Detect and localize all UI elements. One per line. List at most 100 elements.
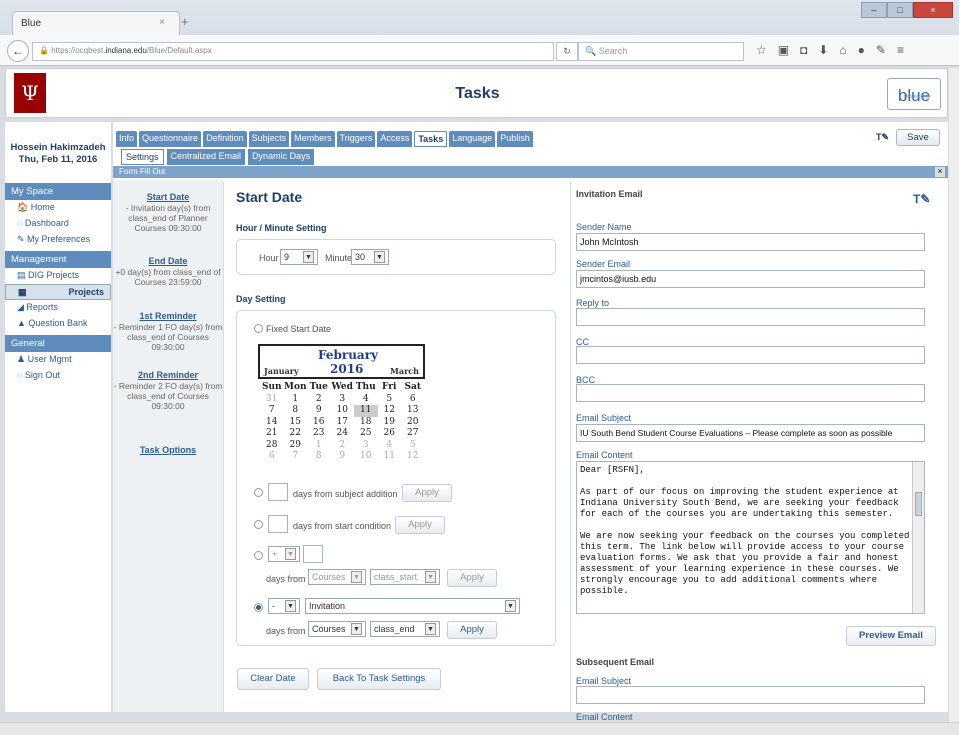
step-title[interactable]: 1st Reminder: [113, 311, 223, 321]
reading-list-icon[interactable]: ▣: [778, 43, 789, 57]
calendar-day[interactable]: 7: [260, 405, 284, 417]
calendar-day[interactable]: 7: [284, 451, 308, 463]
calendar-day[interactable]: 15: [284, 417, 308, 429]
sidebar-item-reports[interactable]: ◢ Reports: [5, 300, 111, 316]
email-subject-field[interactable]: IU South Bend Student Course Evaluations…: [576, 424, 925, 442]
save-button[interactable]: Save: [896, 129, 940, 146]
class-end-select[interactable]: class_end ▼: [370, 621, 440, 637]
close-window-icon[interactable]: ×: [913, 2, 953, 18]
browser-tab[interactable]: Blue ×: [12, 11, 180, 35]
sync-icon[interactable]: ●: [858, 43, 865, 57]
step-task-options[interactable]: Task Options: [113, 445, 223, 456]
subtab-centralized-email[interactable]: Centralized Email: [166, 149, 246, 165]
page-scrollbar[interactable]: [949, 68, 959, 722]
invitation-radio[interactable]: [254, 603, 263, 612]
calendar-day[interactable]: 26: [378, 428, 402, 440]
calendar-day[interactable]: 9: [331, 451, 355, 463]
apply-button[interactable]: Apply: [447, 621, 497, 639]
minimize-icon[interactable]: –: [861, 2, 887, 18]
sender-email-field[interactable]: jmcintos@iusb.edu: [576, 270, 925, 288]
calendar-day[interactable]: 18: [354, 417, 378, 429]
calendar-day[interactable]: 31: [260, 394, 284, 406]
calendar-day[interactable]: 4: [354, 394, 378, 406]
tab-questionnaire[interactable]: Questionnaire: [139, 131, 202, 147]
cc-field[interactable]: [576, 346, 925, 364]
calendar-day[interactable]: 21: [260, 428, 284, 440]
calendar-day[interactable]: 23: [307, 428, 331, 440]
translate-icon[interactable]: T✎: [876, 132, 889, 143]
tab-language[interactable]: Language: [449, 131, 496, 147]
calendar-day[interactable]: 2: [331, 440, 355, 452]
maximize-icon[interactable]: □: [887, 2, 913, 18]
plus-minus-select[interactable]: + ▼: [268, 546, 300, 562]
subsequent-subject-field[interactable]: [576, 686, 925, 704]
calendar-day[interactable]: 22: [284, 428, 308, 440]
bcc-field[interactable]: [576, 384, 925, 402]
minute-select[interactable]: 30 ▼: [351, 249, 389, 265]
calendar-day[interactable]: 8: [307, 451, 331, 463]
calendar-next-month[interactable]: March: [390, 366, 419, 376]
step-1st-reminder[interactable]: 1st Reminder - Reminder 1 FO day(s) from …: [113, 311, 223, 352]
invitation-select[interactable]: Invitation ▼: [305, 598, 520, 614]
sidebar-item-home[interactable]: 🏠 Home: [5, 200, 111, 216]
calendar-day[interactable]: 1: [307, 440, 331, 452]
calendar-day[interactable]: 11: [354, 405, 378, 417]
subtab-dynamic-days[interactable]: Dynamic Days: [248, 149, 315, 165]
calendar-day[interactable]: 29: [284, 440, 308, 452]
subject-days-input[interactable]: [268, 483, 288, 501]
calendar-day[interactable]: 3: [331, 394, 355, 406]
calendar-day[interactable]: 3: [354, 440, 378, 452]
new-tab-icon[interactable]: +: [181, 14, 189, 29]
calendar-day[interactable]: 16: [307, 417, 331, 429]
step-title[interactable]: End Date: [113, 256, 223, 266]
calendar-day[interactable]: 27: [401, 428, 425, 440]
back-to-task-settings-button[interactable]: Back To Task Settings: [317, 668, 441, 690]
tab-definition[interactable]: Definition: [203, 131, 247, 147]
calendar-day[interactable]: 5: [378, 394, 402, 406]
step-end-date[interactable]: End Date +0 day(s) from class_end of Cour…: [113, 256, 223, 287]
calendar-day[interactable]: 13: [401, 405, 425, 417]
calendar-day[interactable]: 4: [378, 440, 402, 452]
calendar-day[interactable]: 28: [260, 440, 284, 452]
home-icon[interactable]: ⌂: [839, 43, 846, 57]
calendar-day[interactable]: 5: [401, 440, 425, 452]
calendar-day[interactable]: 25: [354, 428, 378, 440]
calendar-day[interactable]: 17: [331, 417, 355, 429]
hour-select[interactable]: 9 ▼: [280, 249, 318, 265]
apply-start-condition-button[interactable]: Apply: [395, 516, 445, 534]
calendar-prev-month[interactable]: January: [264, 366, 299, 376]
calendar-day[interactable]: 11: [378, 451, 402, 463]
calendar-day[interactable]: 19: [378, 417, 402, 429]
reload-icon[interactable]: ↻: [556, 42, 578, 61]
tab-subjects[interactable]: Subjects: [248, 131, 290, 147]
calendar-day[interactable]: 14: [260, 417, 284, 429]
calendar-day[interactable]: 6: [401, 394, 425, 406]
class-start-select[interactable]: class_start ▼: [370, 569, 440, 585]
close-panel-icon[interactable]: ×: [935, 167, 945, 177]
sign-select[interactable]: - ▼: [268, 598, 300, 614]
textarea-scrollbar[interactable]: [912, 462, 924, 613]
step-title[interactable]: Task Options: [113, 445, 223, 455]
calendar-day[interactable]: 10: [354, 451, 378, 463]
calendar-day[interactable]: 12: [401, 451, 425, 463]
relative-radio[interactable]: [254, 551, 263, 560]
calendar-day[interactable]: 12: [378, 405, 402, 417]
tab-info[interactable]: Info: [116, 131, 138, 147]
tab-access[interactable]: Access: [377, 131, 413, 147]
close-tab-icon[interactable]: ×: [159, 17, 165, 28]
calendar-day[interactable]: 24: [331, 428, 355, 440]
calendar-day[interactable]: 1: [284, 394, 308, 406]
sidebar-item-dashboard[interactable]: ◌ Dashboard: [5, 216, 111, 232]
step-title[interactable]: 2nd Reminder: [113, 370, 223, 380]
step-start-date[interactable]: Start Date - Invitation day(s) from class…: [113, 192, 223, 233]
sidebar-item-preferences[interactable]: ✎ My Preferences: [5, 232, 111, 248]
fixed-start-radio[interactable]: [254, 324, 263, 333]
tab-members[interactable]: Members: [291, 131, 335, 147]
tab-publish[interactable]: Publish: [497, 131, 533, 147]
pocket-icon[interactable]: ◘: [800, 43, 807, 57]
calendar-day[interactable]: 9: [307, 405, 331, 417]
start-condition-days-input[interactable]: [268, 515, 288, 533]
search-input[interactable]: 🔍 Search: [578, 42, 744, 61]
sidebar-item-sign-out[interactable]: ◌ Sign Out: [5, 368, 111, 384]
scroll-thumb[interactable]: [915, 492, 922, 516]
